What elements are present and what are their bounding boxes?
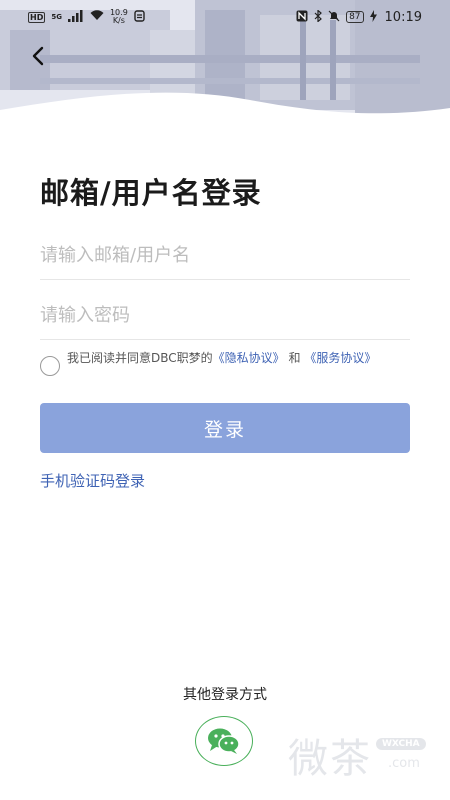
watermark-domain: .com bbox=[388, 756, 420, 771]
clock: 10:19 bbox=[384, 9, 422, 25]
back-button[interactable] bbox=[22, 40, 54, 72]
speed-unit: K/s bbox=[112, 16, 125, 25]
agreement-row: 我已阅读并同意DBC职梦的《隐私协议》 和 《服务协议》 bbox=[40, 350, 390, 376]
watermark-text: 微茶 bbox=[288, 736, 372, 782]
agreement-prefix: 我已阅读并同意DBC职梦的 bbox=[67, 351, 213, 365]
sync-icon bbox=[134, 9, 145, 25]
network-speed: 10.9 K/s bbox=[110, 9, 128, 25]
charging-icon bbox=[369, 9, 377, 25]
other-login-title: 其他登录方式 bbox=[183, 687, 267, 703]
battery-level: 87 bbox=[349, 12, 361, 22]
watermark-logo: 微茶 WXCHA .com bbox=[288, 722, 438, 782]
agreement-and: 和 bbox=[284, 351, 305, 365]
status-bar-left: HD 5G 10.9 K/s bbox=[28, 9, 145, 25]
wechat-login-button[interactable] bbox=[195, 716, 253, 766]
status-bar-right: 87 10:19 bbox=[296, 8, 422, 25]
status-bar: HD 5G 10.9 K/s 87 10:19 bbox=[0, 0, 450, 34]
account-input[interactable] bbox=[40, 236, 410, 274]
account-field bbox=[40, 236, 410, 280]
sms-login-link[interactable]: 手机验证码登录 bbox=[40, 470, 145, 491]
nfc-icon bbox=[296, 10, 308, 25]
agreement-checkbox[interactable] bbox=[40, 356, 60, 376]
chevron-left-icon bbox=[32, 46, 44, 66]
password-field bbox=[40, 296, 410, 340]
watermark-badge: WXCHA bbox=[376, 738, 426, 750]
wechat-icon bbox=[208, 728, 240, 754]
service-agreement-link[interactable]: 《服务协议》 bbox=[304, 351, 376, 365]
mute-bell-icon bbox=[328, 10, 340, 25]
agreement-text: 我已阅读并同意DBC职梦的《隐私协议》 和 《服务协议》 bbox=[67, 350, 376, 366]
hd-badge: HD bbox=[28, 11, 46, 23]
login-button[interactable]: 登录 bbox=[40, 403, 410, 453]
battery-indicator: 87 bbox=[346, 11, 364, 23]
bluetooth-icon bbox=[314, 8, 322, 25]
wifi-icon bbox=[90, 10, 104, 24]
privacy-policy-link[interactable]: 《隐私协议》 bbox=[213, 351, 285, 365]
page-title: 邮箱/用户名登录 bbox=[40, 176, 262, 210]
signal-icon bbox=[67, 9, 84, 25]
password-input[interactable] bbox=[40, 296, 410, 334]
network-type: 5G bbox=[51, 13, 62, 21]
